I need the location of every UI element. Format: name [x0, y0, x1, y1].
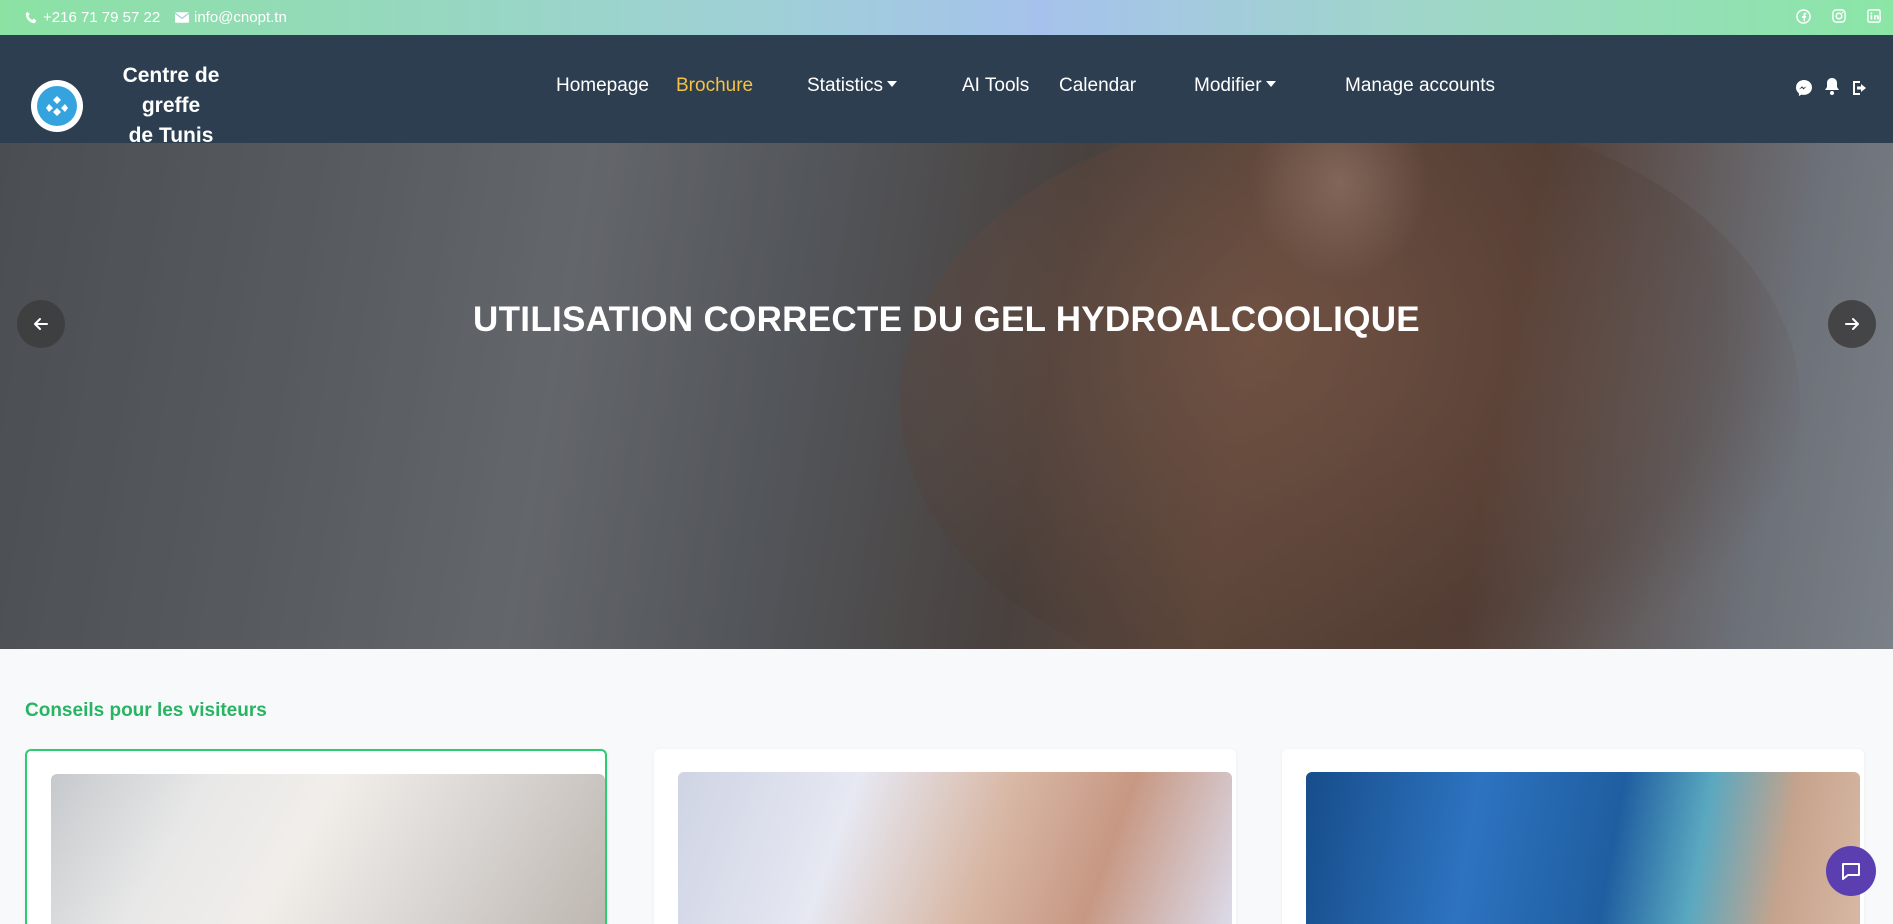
brand-line-1: Centre de greffe [122, 64, 220, 117]
phone-contact[interactable]: +216 71 79 57 22 [25, 9, 160, 26]
phone-icon [25, 11, 37, 24]
tip-card-3[interactable] [1282, 749, 1864, 924]
nav-ai-tools[interactable]: AI Tools [962, 75, 1029, 97]
email-contact[interactable]: info@cnopt.tn [175, 9, 287, 26]
nav-modifier[interactable]: Modifier [1194, 75, 1276, 97]
nav-brochure[interactable]: Brochure [676, 75, 753, 97]
instagram-icon[interactable] [1832, 9, 1846, 23]
envelope-icon [175, 12, 189, 23]
messenger-icon[interactable] [1794, 78, 1814, 98]
hand-washing-image [51, 774, 605, 924]
nav-manage-accounts[interactable]: Manage accounts [1345, 75, 1495, 97]
arrow-right-icon [1845, 318, 1859, 330]
social-links [1796, 9, 1881, 24]
chat-button[interactable] [1826, 846, 1876, 896]
top-bar: +216 71 79 57 22 info@cnopt.tn [0, 0, 1893, 35]
carousel-next-button[interactable] [1828, 300, 1876, 348]
phone-text: +216 71 79 57 22 [43, 9, 161, 26]
logo [31, 80, 83, 132]
virus-surgeon-image [1306, 772, 1860, 924]
section-title: Conseils pour les visiteurs [25, 700, 267, 721]
logo-emblem-icon [46, 96, 68, 116]
caret-down-icon [1265, 81, 1276, 88]
tip-card-1[interactable] [25, 749, 607, 924]
arrow-left-icon [34, 318, 48, 330]
tip-card-2[interactable] [654, 749, 1236, 924]
linkedin-icon[interactable] [1867, 9, 1881, 23]
nav-modifier-label: Modifier [1194, 75, 1262, 96]
nav-homepage[interactable]: Homepage [556, 75, 649, 97]
hand-sanitizer-image [678, 772, 1232, 924]
chat-icon [1842, 863, 1860, 880]
brand-name: Centre de greffe de Tunis [91, 61, 251, 151]
hero-carousel: UTILISATION CORRECTE DU GEL HYDROALCOOLI… [0, 143, 1893, 649]
facebook-icon[interactable] [1796, 9, 1811, 24]
bell-icon[interactable] [1822, 76, 1842, 96]
main-navbar: Centre de greffe de Tunis Homepage Broch… [0, 35, 1893, 147]
hero-overlay [0, 143, 1893, 649]
caret-down-icon [887, 81, 898, 88]
nav-statistics[interactable]: Statistics [807, 75, 898, 97]
nav-statistics-label: Statistics [807, 75, 884, 96]
brand[interactable]: Centre de greffe de Tunis [31, 61, 251, 151]
carousel-prev-button[interactable] [17, 300, 65, 348]
email-text: info@cnopt.tn [194, 9, 287, 26]
nav-calendar[interactable]: Calendar [1059, 75, 1136, 97]
logout-icon[interactable] [1850, 78, 1870, 98]
hero-title: UTILISATION CORRECTE DU GEL HYDROALCOOLI… [473, 300, 1420, 339]
